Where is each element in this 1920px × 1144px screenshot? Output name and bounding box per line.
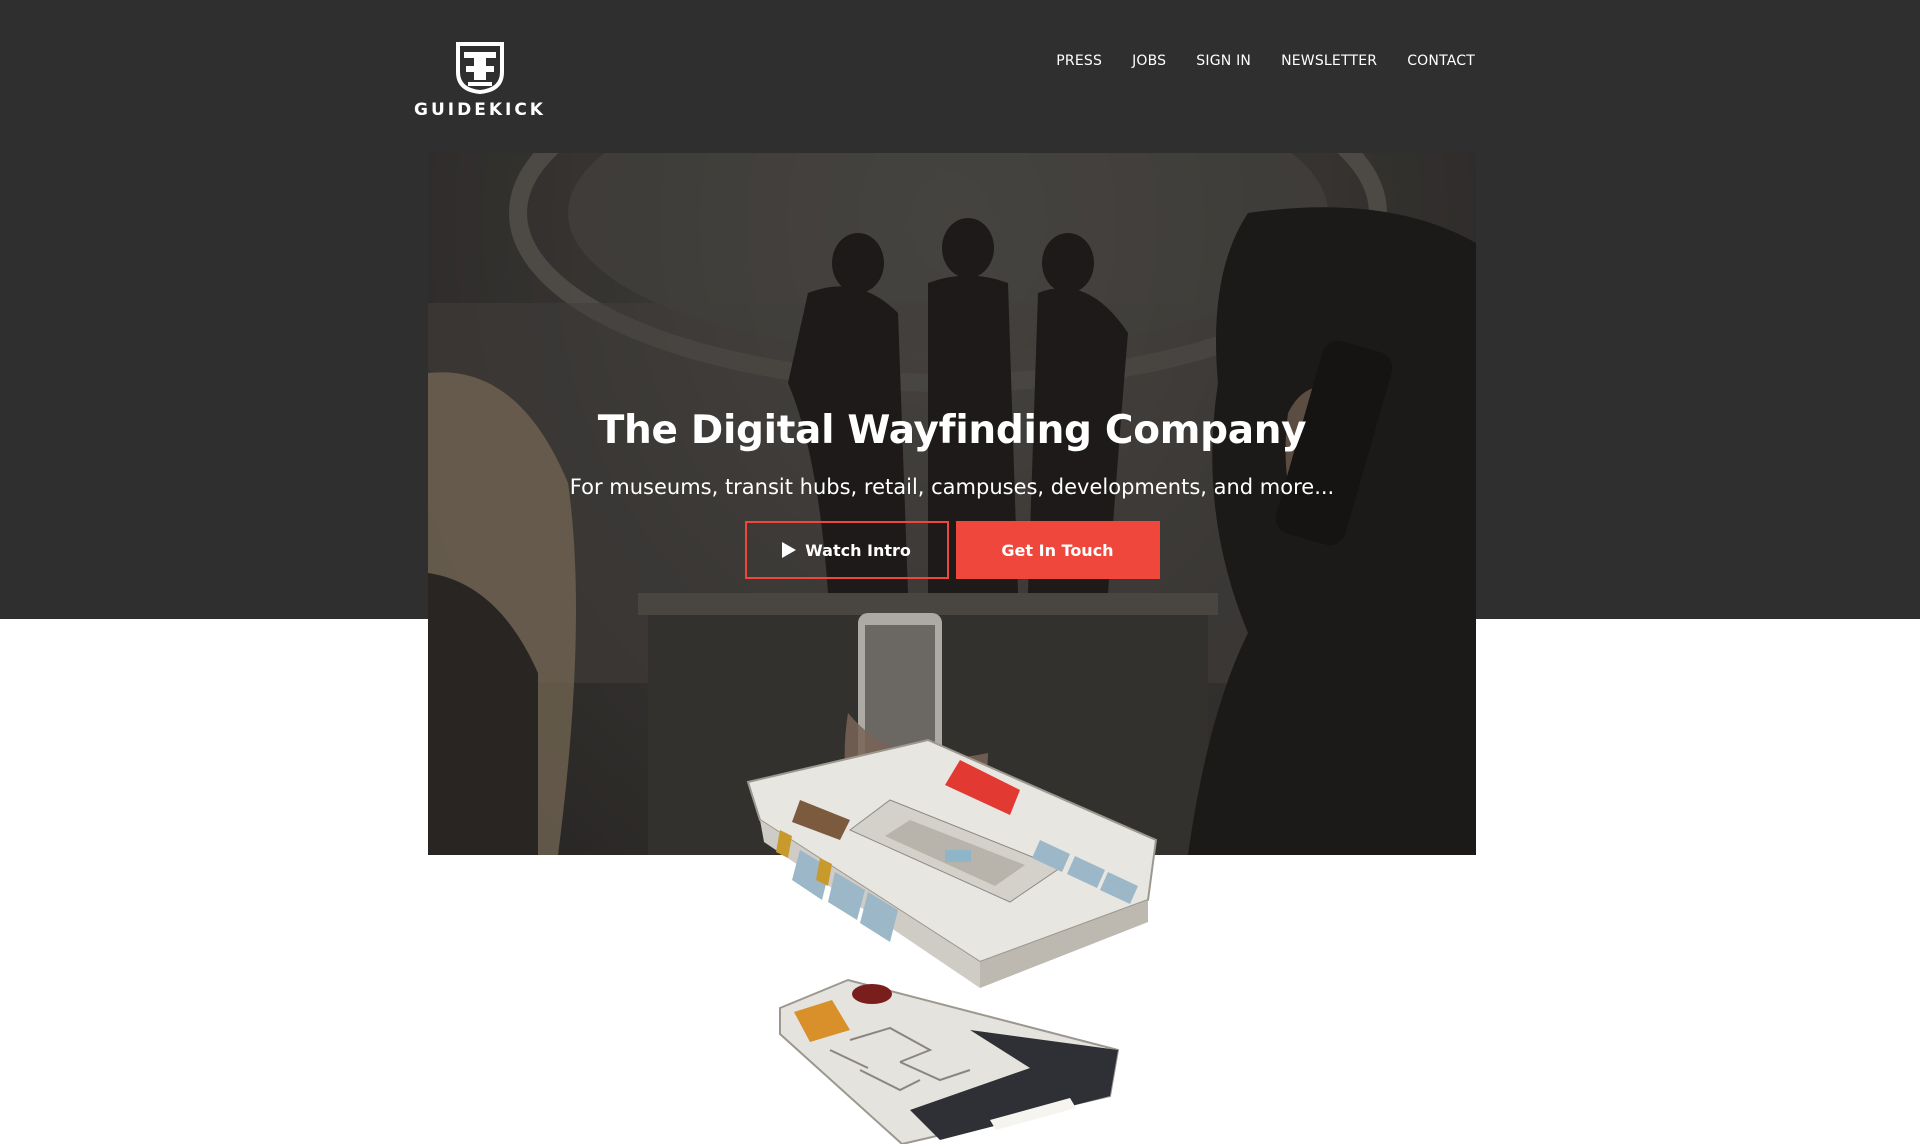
watch-intro-button[interactable]: Watch Intro [744,521,949,579]
logo[interactable]: GUIDEKICK [414,40,543,120]
nav-item-jobs[interactable]: JOBS [1132,53,1166,69]
main-nav: PRESS JOBS SIGN IN NEWSLETTER CONTACT [1056,53,1475,69]
hero-buttons: Watch Intro Get In Touch [744,521,1160,579]
hero-title: The Digital Wayfinding Company [597,408,1307,453]
nav-item-sign-in[interactable]: SIGN IN [1196,53,1251,69]
hero-content: The Digital Wayfinding Company For museu… [428,408,1476,579]
logo-mask-icon [456,42,504,95]
nav-item-contact[interactable]: CONTACT [1407,53,1475,69]
logo-text: GUIDEKICK [414,100,546,120]
nav-item-press[interactable]: PRESS [1056,53,1102,69]
hero-subtitle: For museums, transit hubs, retail, campu… [569,475,1335,499]
get-in-touch-button[interactable]: Get In Touch [955,521,1160,579]
floorplan-illustration [746,738,1158,1144]
watch-intro-label: Watch Intro [805,540,911,560]
play-icon [782,542,797,558]
get-in-touch-label: Get In Touch [1001,540,1114,560]
page: GUIDEKICK PRESS JOBS SIGN IN NEWSLETTER … [0,0,1920,1144]
nav-item-newsletter[interactable]: NEWSLETTER [1281,53,1377,69]
